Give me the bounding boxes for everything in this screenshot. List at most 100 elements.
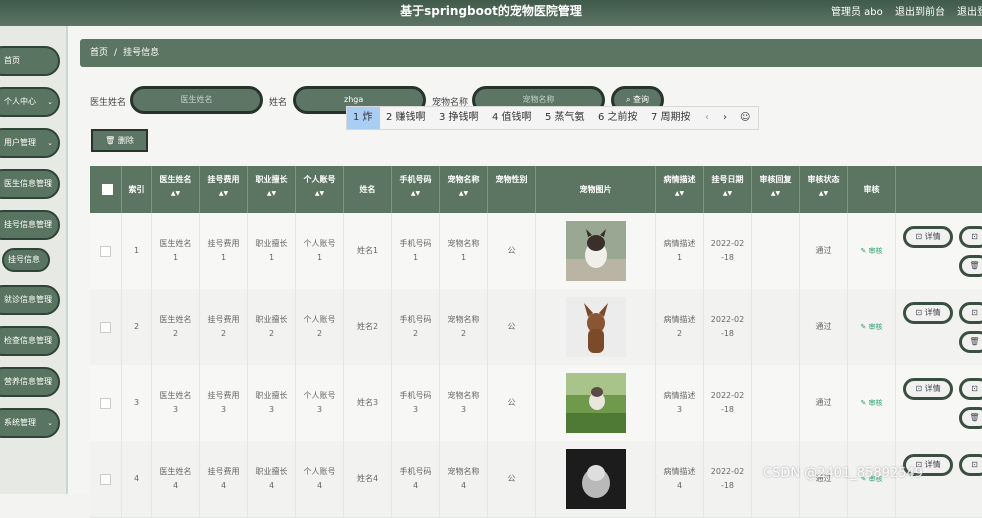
search-icon: ⌕ xyxy=(625,95,631,104)
header-pet-gender[interactable]: 宠物性别 xyxy=(488,166,536,213)
detail-icon: ⊡ xyxy=(915,232,923,241)
logout-link[interactable]: 退出登 xyxy=(957,3,982,18)
sort-icon: ▲▼ xyxy=(266,190,277,197)
sidebar-item-registration-management[interactable]: 挂号信息管理 ⌃ xyxy=(0,210,60,240)
header-pet-image[interactable]: 宠物图片 xyxy=(536,166,656,213)
cell-index: 1 xyxy=(122,213,152,289)
sort-icon: ▲▼ xyxy=(218,190,229,197)
detail-button[interactable]: ⊡ 详情 xyxy=(903,302,953,324)
cell-doctor: 医生姓名 3 xyxy=(152,365,200,441)
breadcrumb: 首页 / 挂号信息 xyxy=(80,39,982,67)
breadcrumb-current: 挂号信息 xyxy=(123,48,160,58)
cell-pet: 宠物名称 1 xyxy=(440,213,488,289)
detail-icon: ⊡ xyxy=(915,308,923,317)
row-checkbox[interactable] xyxy=(100,245,111,257)
cell-pet: 宠物名称 3 xyxy=(440,365,488,441)
ime-candidate-bar: 1 炸 2 赚钱啊 3 挣钱啊 4 值钱啊 5 蒸气氨 6 之前按 7 周期按 … xyxy=(346,106,759,130)
chevron-down-icon: ⌄ xyxy=(47,378,53,386)
ime-candidate[interactable]: 7 周期按 xyxy=(651,107,691,129)
sidebar-item-nutrition-management[interactable]: 营养信息管理 ⌄ xyxy=(0,367,60,397)
header-status[interactable]: 审核状态 ▲▼ xyxy=(800,166,848,213)
pet-image[interactable] xyxy=(565,297,626,357)
sidebar-item-visit-management[interactable]: 就诊信息管理 ⌄ xyxy=(0,285,60,315)
sort-icon: ▲▼ xyxy=(722,190,733,197)
cell-status: 通过 xyxy=(800,289,848,365)
detail-button[interactable]: ⊡ 详情 xyxy=(903,226,953,248)
header-actions: 操 xyxy=(896,166,982,213)
breadcrumb-home[interactable]: 首页 xyxy=(90,48,108,58)
ime-candidate[interactable]: 1 炸 xyxy=(347,107,380,129)
sidebar-item-home[interactable]: 首页 xyxy=(0,46,60,76)
sidebar-item-doctor-management[interactable]: 医生信息管理 ⌄ xyxy=(0,169,60,199)
sidebar-item-personal-center[interactable]: 个人中心 ⌄ xyxy=(0,87,60,117)
chevron-down-icon: ⌄ xyxy=(47,419,53,427)
delete-row-button[interactable]: 🗑 xyxy=(959,407,982,429)
cell-name: 姓名1 xyxy=(344,213,392,289)
header-specialty[interactable]: 职业擅长 ▲▼ xyxy=(248,166,296,213)
user-name: 管理员 abo xyxy=(831,7,883,18)
ime-candidate[interactable]: 4 值钱啊 xyxy=(492,107,532,129)
header-account[interactable]: 个人账号 ▲▼ xyxy=(296,166,344,213)
pet-image[interactable] xyxy=(565,221,626,281)
chevron-down-icon: ⌄ xyxy=(47,337,53,345)
header-name[interactable]: 姓名 xyxy=(344,166,392,213)
detail-icon: ⊡ xyxy=(915,384,923,393)
ime-emoji-icon[interactable]: ☺ xyxy=(740,107,750,129)
header-fee[interactable]: 挂号费用 ▲▼ xyxy=(200,166,248,213)
cell-doctor: 医生姓名 2 xyxy=(152,289,200,365)
header-doctor-name[interactable]: 医生姓名 ▲▼ xyxy=(152,166,200,213)
sort-icon: ▲▼ xyxy=(410,190,421,197)
edit-icon: ⊡ xyxy=(971,308,978,317)
header-audit[interactable]: 审核 xyxy=(848,166,896,213)
chevron-down-icon: ⌄ xyxy=(47,180,53,188)
ime-prev-icon[interactable]: ‹ xyxy=(705,107,709,129)
pet-image[interactable] xyxy=(565,373,626,433)
ime-candidate[interactable]: 6 之前按 xyxy=(598,107,638,129)
cell-phone: 手机号码 3 xyxy=(392,365,440,441)
cell-date: 2022-02 -18 xyxy=(704,365,752,441)
row-checkbox[interactable] xyxy=(100,321,111,333)
ime-candidate[interactable]: 5 蒸气氨 xyxy=(545,107,585,129)
row-checkbox[interactable] xyxy=(100,473,111,485)
header-date[interactable]: 挂号日期 ▲▼ xyxy=(704,166,752,213)
sidebar-item-user-management[interactable]: 用户管理 ⌄ xyxy=(0,128,60,158)
audit-link[interactable]: ✎ 审核 xyxy=(860,396,882,410)
ime-next-icon[interactable]: › xyxy=(723,107,727,129)
delete-button[interactable]: 🗑 删除 xyxy=(91,129,148,152)
trash-icon: 🗑 xyxy=(969,261,980,270)
pet-image[interactable] xyxy=(565,449,626,509)
cell-description: 病情描述 3 xyxy=(656,365,704,441)
delete-row-button[interactable]: 🗑 xyxy=(959,331,982,353)
detail-button[interactable]: ⊡ 详情 xyxy=(903,378,953,400)
delete-row-button[interactable]: 🗑 xyxy=(959,255,982,277)
cell-index: 4 xyxy=(122,441,152,517)
sidebar-item-system-management[interactable]: 系统管理 ⌄ xyxy=(0,408,60,438)
header-index[interactable]: 索引 xyxy=(122,166,152,213)
name-label: 姓名 xyxy=(269,98,288,108)
table-row: 3 医生姓名 3 挂号费用 3 职业擅长 3 个人账号 3 姓名3 手机号码 3… xyxy=(90,365,982,442)
edit-button[interactable]: ⊡ xyxy=(959,302,982,324)
chevron-down-icon: ⌄ xyxy=(47,98,53,106)
chevron-down-icon: ⌄ xyxy=(47,139,53,147)
sort-icon: ▲▼ xyxy=(458,190,469,197)
cell-gender: 公 xyxy=(488,365,536,441)
header-reply[interactable]: 审核回复 ▲▼ xyxy=(752,166,800,213)
ime-candidate[interactable]: 2 赚钱啊 xyxy=(386,107,426,129)
edit-button[interactable]: ⊡ xyxy=(959,226,982,248)
audit-link[interactable]: ✎ 审核 xyxy=(860,320,882,334)
select-all-checkbox[interactable] xyxy=(102,184,113,195)
header-phone[interactable]: 手机号码 ▲▼ xyxy=(392,166,440,213)
sidebar-item-registration-info[interactable]: 挂号信息 xyxy=(2,248,50,272)
header-description[interactable]: 病情描述 ▲▼ xyxy=(656,166,704,213)
back-to-front-link[interactable]: 退出到前台 xyxy=(895,3,945,18)
edit-button[interactable]: ⊡ xyxy=(959,454,982,476)
audit-link[interactable]: ✎ 审核 xyxy=(860,244,882,258)
edit-icon: ⊡ xyxy=(971,384,978,393)
cell-gender: 公 xyxy=(488,289,536,365)
edit-button[interactable]: ⊡ xyxy=(959,378,982,400)
row-checkbox[interactable] xyxy=(100,397,111,409)
doctor-name-input[interactable]: 医生姓名 xyxy=(130,86,263,114)
ime-candidate[interactable]: 3 挣钱啊 xyxy=(439,107,479,129)
header-pet-name[interactable]: 宠物名称 ▲▼ xyxy=(440,166,488,213)
sidebar-item-exam-management[interactable]: 检查信息管理 ⌄ xyxy=(0,326,60,356)
